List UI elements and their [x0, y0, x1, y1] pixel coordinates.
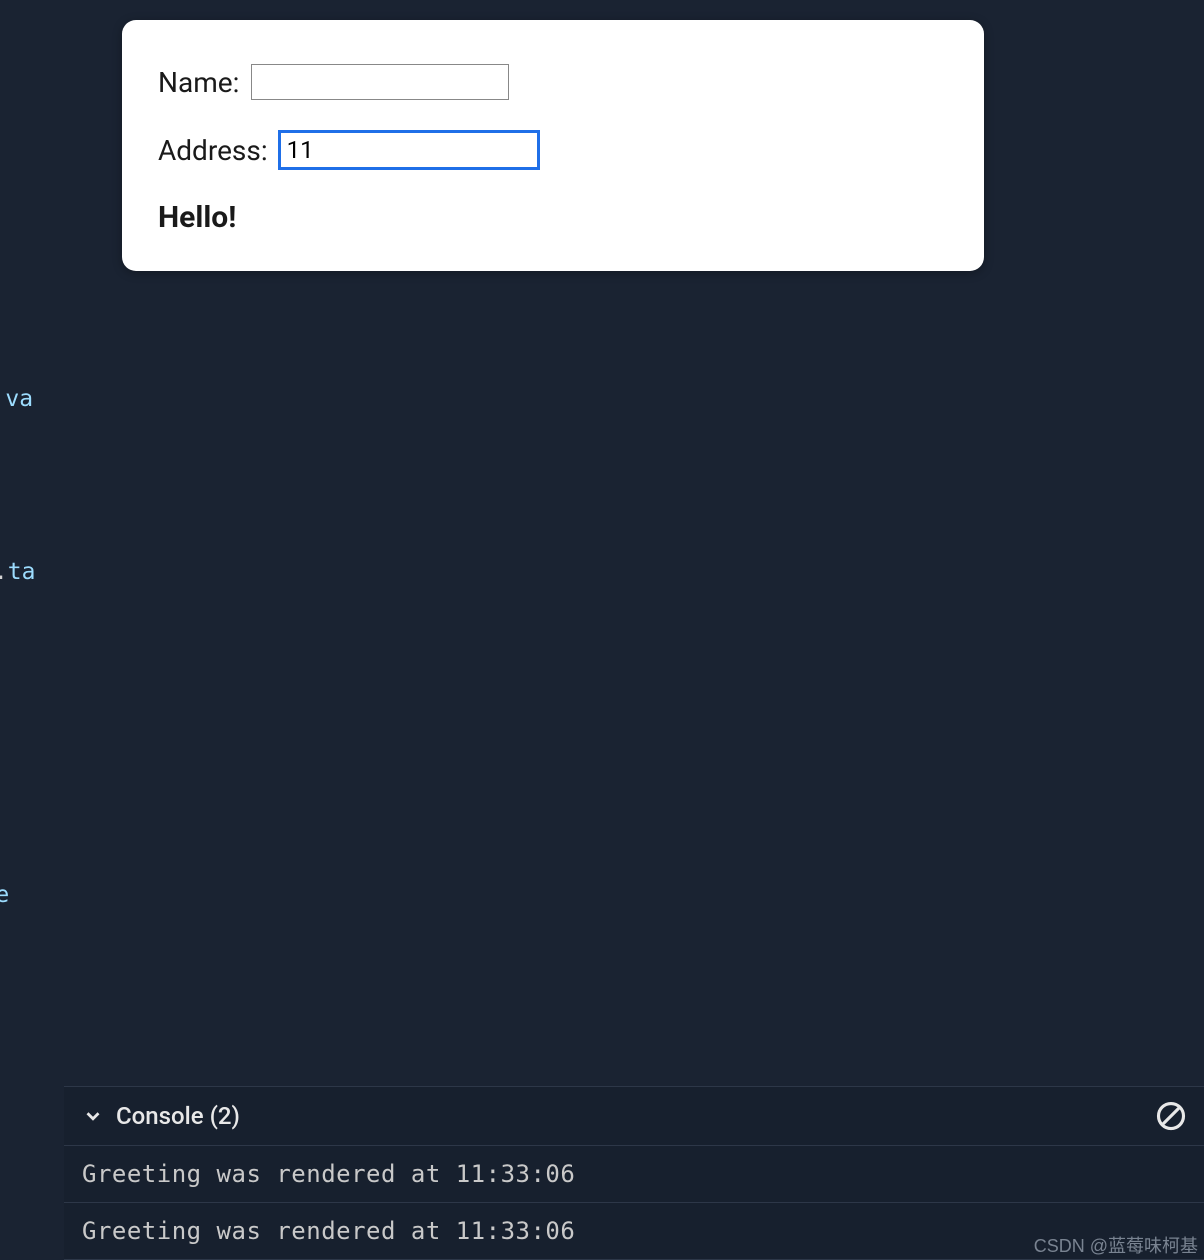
address-row: Address: — [158, 132, 948, 168]
console-header[interactable]: Console (2) — [64, 1087, 1204, 1146]
name-label: Name: — [158, 66, 239, 99]
preview-pane: Name: Address: Hello! Console (2) — [64, 0, 1204, 1260]
name-input[interactable] — [251, 64, 509, 100]
code-editor-strip: get.va e.ta ocale — [0, 0, 64, 1260]
code-token: va — [5, 386, 33, 412]
code-token: ocale — [0, 882, 9, 908]
form-card: Name: Address: Hello! — [122, 20, 984, 271]
code-token-dot: . — [0, 559, 8, 585]
right-pane-edge — [1039, 0, 1204, 920]
name-row: Name: — [158, 64, 948, 100]
watermark: CSDN @蓝莓味柯基 — [1034, 1232, 1198, 1258]
console-label: Console (2) — [116, 1102, 240, 1130]
code-token: ta — [8, 559, 36, 585]
chevron-down-icon[interactable] — [82, 1105, 104, 1127]
console-header-left: Console (2) — [82, 1102, 240, 1130]
console-label-text: Console — [116, 1102, 204, 1130]
greeting-text: Hello! — [158, 200, 948, 235]
console-line: Greeting was rendered at 11:33:06 — [64, 1146, 1204, 1203]
clear-console-icon[interactable] — [1156, 1101, 1186, 1131]
console-count: (2) — [210, 1102, 240, 1130]
address-input[interactable] — [280, 132, 538, 168]
address-label: Address: — [158, 134, 268, 167]
